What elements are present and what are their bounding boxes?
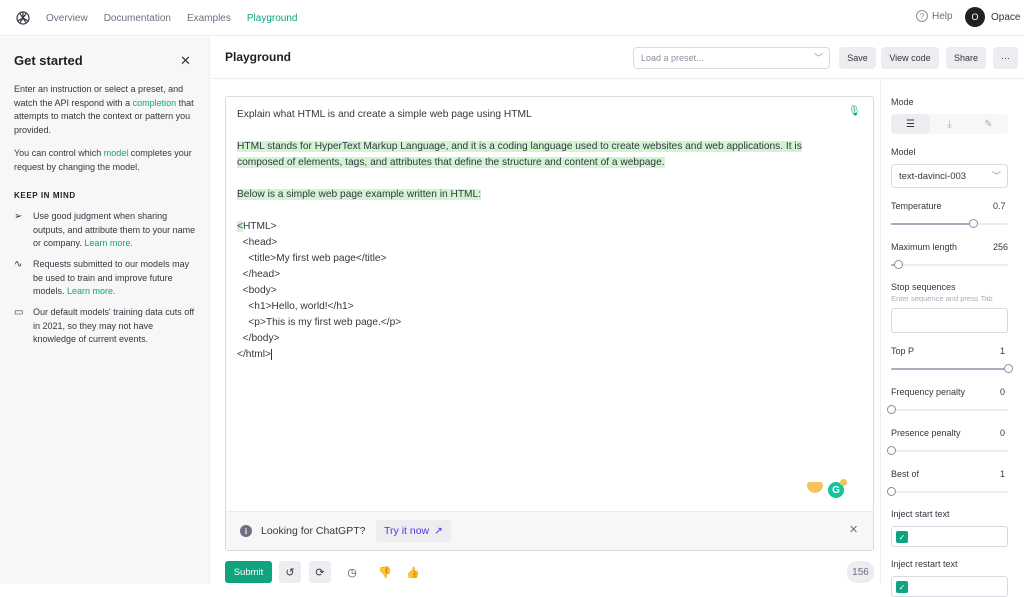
max-length-slider[interactable] (891, 260, 1008, 270)
best-of-slider[interactable] (887, 487, 1008, 497)
best-of-value: 1 (999, 469, 1005, 479)
top-p-value: 1 (999, 346, 1005, 356)
undo-icon[interactable]: ↺ (279, 561, 301, 583)
top-p-label: Top P (891, 346, 915, 356)
presence-penalty-value: 0 (999, 428, 1005, 438)
banner-text: Looking for ChatGPT? (261, 525, 366, 537)
max-length-label: Maximum length (891, 242, 958, 252)
activity-icon: ∿ (14, 259, 23, 270)
temperature-label: Temperature (891, 201, 942, 211)
sidebar-model-note: You can control which model completes yo… (14, 148, 192, 172)
nav-overview[interactable]: Overview (46, 13, 88, 24)
presence-penalty-slider[interactable] (887, 446, 1008, 456)
chevron-down-icon: ﹀ (813, 53, 823, 63)
history-icon[interactable]: ◷ (341, 561, 363, 583)
external-link-icon: ↗ (434, 525, 443, 537)
mode-label: Mode (891, 97, 914, 107)
keep-in-mind-item: ➢ Use good judgment when sharing outputs… (14, 210, 196, 251)
nav-playground[interactable]: Playground (247, 13, 298, 24)
nav-documentation[interactable]: Documentation (104, 13, 171, 24)
thumbs-up-icon[interactable]: 👍 (402, 561, 424, 583)
avatar: O (965, 7, 985, 27)
sidebar-intro: Enter an instruction or select a preset,… (14, 84, 194, 135)
stop-sequences-input[interactable] (891, 308, 1008, 333)
info-icon: i (240, 525, 252, 537)
learn-more-link[interactable]: Learn more. (67, 286, 116, 296)
model-link[interactable]: model (104, 148, 129, 158)
temperature-value: 0.7 (993, 201, 1006, 211)
grammarly-icon[interactable]: G (828, 479, 847, 498)
submit-button[interactable]: Submit (225, 561, 272, 583)
presence-penalty-label: Presence penalty (891, 428, 961, 438)
prompt-editor[interactable]: Explain what HTML is and create a simple… (225, 96, 874, 551)
mode-insert-icon[interactable]: ⤓ (930, 114, 969, 134)
sidebar-title: Get started (14, 53, 83, 68)
thumbs-down-icon[interactable]: 👎 (374, 561, 396, 583)
checkbox-checked-icon[interactable]: ✓ (896, 531, 908, 543)
learn-more-link[interactable]: Learn more. (84, 238, 133, 248)
prompt-text: Explain what HTML is and create a simple… (237, 109, 532, 120)
completion-text: HTML stands for HyperText Markup Languag… (237, 141, 802, 152)
save-button[interactable]: Save (839, 47, 876, 69)
close-icon[interactable]: ✕ (849, 523, 858, 536)
help-link[interactable]: ? Help (916, 10, 953, 22)
mode-selector: ☰ ⤓ ✎ (891, 114, 1008, 134)
help-icon: ? (916, 10, 928, 22)
openai-logo-icon[interactable] (14, 9, 32, 27)
nav-examples[interactable]: Examples (187, 13, 231, 24)
mode-edit-icon[interactable]: ✎ (969, 114, 1008, 134)
keep-in-mind-item: ∿ Requests submitted to our models may b… (14, 258, 196, 299)
page-title: Playground (225, 50, 292, 64)
inject-restart-input[interactable]: ✓ (891, 576, 1008, 597)
best-of-label: Best of (891, 469, 920, 479)
send-icon: ➢ (14, 211, 23, 222)
playground-header: Playground Load a preset... ﹀ Save View … (211, 37, 1024, 79)
mode-complete-icon[interactable]: ☰ (891, 114, 930, 134)
more-options-button[interactable]: ··· (993, 47, 1018, 69)
get-started-sidebar: Get started ✕ Enter an instruction or se… (0, 37, 210, 584)
top-p-slider[interactable] (891, 364, 1013, 374)
view-code-button[interactable]: View code (881, 47, 939, 69)
temperature-slider[interactable] (891, 219, 1008, 229)
user-name: Opace (991, 11, 1021, 23)
try-it-now-button[interactable]: Try it now ↗ (376, 520, 451, 542)
model-label: Model (891, 147, 916, 157)
inject-start-input[interactable]: ✓ (891, 526, 1008, 547)
stop-sequences-hint: Enter sequence and press Tab (891, 294, 993, 303)
settings-panel: Mode ☰ ⤓ ✎ Model text-davinci-003 ﹀ Temp… (880, 80, 1024, 597)
stop-sequences-label: Stop sequences (891, 282, 956, 292)
inject-start-label: Inject start text (891, 509, 950, 519)
extension-icon[interactable] (807, 482, 823, 493)
chatgpt-banner: i Looking for ChatGPT? Try it now ↗ ✕ (226, 511, 873, 550)
chevron-down-icon: ﹀ (991, 171, 1001, 181)
preset-select[interactable]: Load a preset... ﹀ (633, 47, 830, 69)
model-select[interactable]: text-davinci-003 ﹀ (891, 164, 1008, 188)
editor-text[interactable]: Explain what HTML is and create a simple… (237, 107, 857, 363)
regenerate-icon[interactable]: ⟳ (309, 561, 331, 583)
top-nav: Overview Documentation Examples Playgrou… (0, 0, 1024, 36)
keep-in-mind-item: ▭ Our default models' training data cuts… (14, 306, 196, 347)
completion-link[interactable]: completion (133, 98, 177, 108)
calendar-icon: ▭ (14, 307, 24, 318)
close-icon[interactable]: ✕ (180, 53, 191, 69)
frequency-penalty-value: 0 (999, 387, 1005, 397)
frequency-penalty-label: Frequency penalty (891, 387, 966, 397)
keep-in-mind-heading: KEEP IN MIND (14, 191, 76, 200)
max-length-value: 256 (993, 242, 1009, 252)
user-menu[interactable]: O Opace (965, 7, 1020, 27)
token-count: 156 (847, 561, 874, 583)
help-label: Help (932, 10, 953, 22)
share-button[interactable]: Share (946, 47, 986, 69)
microphone-icon[interactable]: 🎙 (848, 106, 861, 117)
inject-restart-label: Inject restart text (891, 559, 958, 569)
nav-links: Overview Documentation Examples Playgrou… (46, 0, 297, 36)
checkbox-checked-icon[interactable]: ✓ (896, 581, 908, 593)
frequency-penalty-slider[interactable] (887, 405, 1008, 415)
